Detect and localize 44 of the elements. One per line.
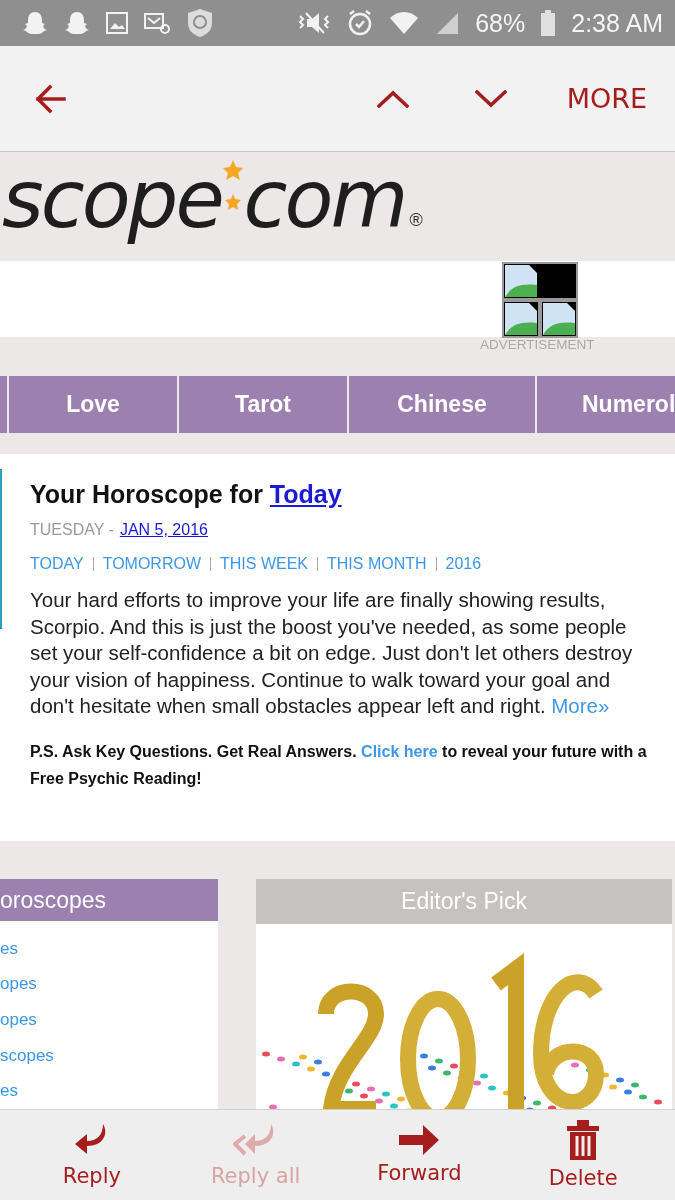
panel-header: Editor's Pick	[256, 879, 672, 924]
horoscope-title: Your Horoscope for Today	[30, 480, 343, 509]
right-arrow-icon	[399, 1125, 440, 1155]
more-button[interactable]: MORE	[562, 79, 651, 118]
date-link[interactable]: JAN 5, 2016	[119, 521, 208, 539]
horoscope-text: Your hard efforts to improve your life are finally showing results, Scorpio. And this is just the boost you've needed, as some people set your self-confidence a bit on edge. Just don't let others destroy your vision of happiness. Continue to walk toward your goal and don't hesitate when small obstacles appear left and right. More»	[30, 587, 634, 719]
gallery-icon	[106, 12, 128, 34]
period-link[interactable]: 2016	[445, 555, 482, 573]
nav-tab[interactable]: Love	[9, 376, 177, 433]
registered-mark: ®	[409, 210, 423, 231]
clock-time: 2:38 AM	[571, 8, 663, 38]
broken-ad-images-icon	[502, 262, 578, 338]
horoscope-link[interactable]: es	[0, 931, 218, 967]
nav-tab[interactable]: Chinese	[349, 376, 535, 433]
battery-icon	[541, 10, 556, 36]
signal-icon	[435, 11, 460, 35]
more-link[interactable]: More»	[551, 694, 610, 717]
delete-button[interactable]: Delete	[501, 1110, 665, 1200]
horoscope-link[interactable]: opes	[0, 1002, 218, 1038]
horoscope-link[interactable]: es	[0, 1073, 218, 1109]
panel-header: oroscopes	[0, 879, 218, 922]
click-here-link[interactable]: Click here	[361, 742, 438, 760]
alarm-icon	[347, 9, 374, 37]
advertisement-label: ADVERTISEMENT	[480, 337, 595, 354]
email-icon	[144, 11, 170, 35]
nav-tab[interactable]: Numerol	[537, 376, 675, 433]
logo-text: com	[243, 160, 406, 240]
period-link[interactable]: THIS MONTH	[327, 555, 427, 573]
shield-icon	[186, 8, 214, 38]
period-link[interactable]: TOMORROW	[102, 555, 201, 573]
psychic-reading-text: P.S. Ask Key Questions. Get Real Answers. Click here to reveal your future with a Free Psychic Reading!	[30, 741, 648, 789]
trash-icon	[565, 1120, 602, 1160]
battery-text: 68%	[475, 8, 526, 38]
reply-button[interactable]: Reply	[10, 1110, 174, 1200]
weekday-label: TUESDAY -	[30, 521, 114, 539]
vibrate-icon	[297, 10, 332, 36]
horoscope-link[interactable]: opes	[0, 966, 218, 1003]
forward-button[interactable]: Forward	[337, 1110, 502, 1200]
period-link[interactable]: THIS WEEK	[220, 555, 308, 573]
period-link[interactable]: TODAY	[30, 555, 84, 573]
nav-tab[interactable]: Tarot	[179, 376, 347, 433]
horoscope-link[interactable]: scopes	[0, 1037, 218, 1074]
wifi-icon	[389, 11, 420, 35]
today-link[interactable]: Today	[269, 480, 342, 508]
